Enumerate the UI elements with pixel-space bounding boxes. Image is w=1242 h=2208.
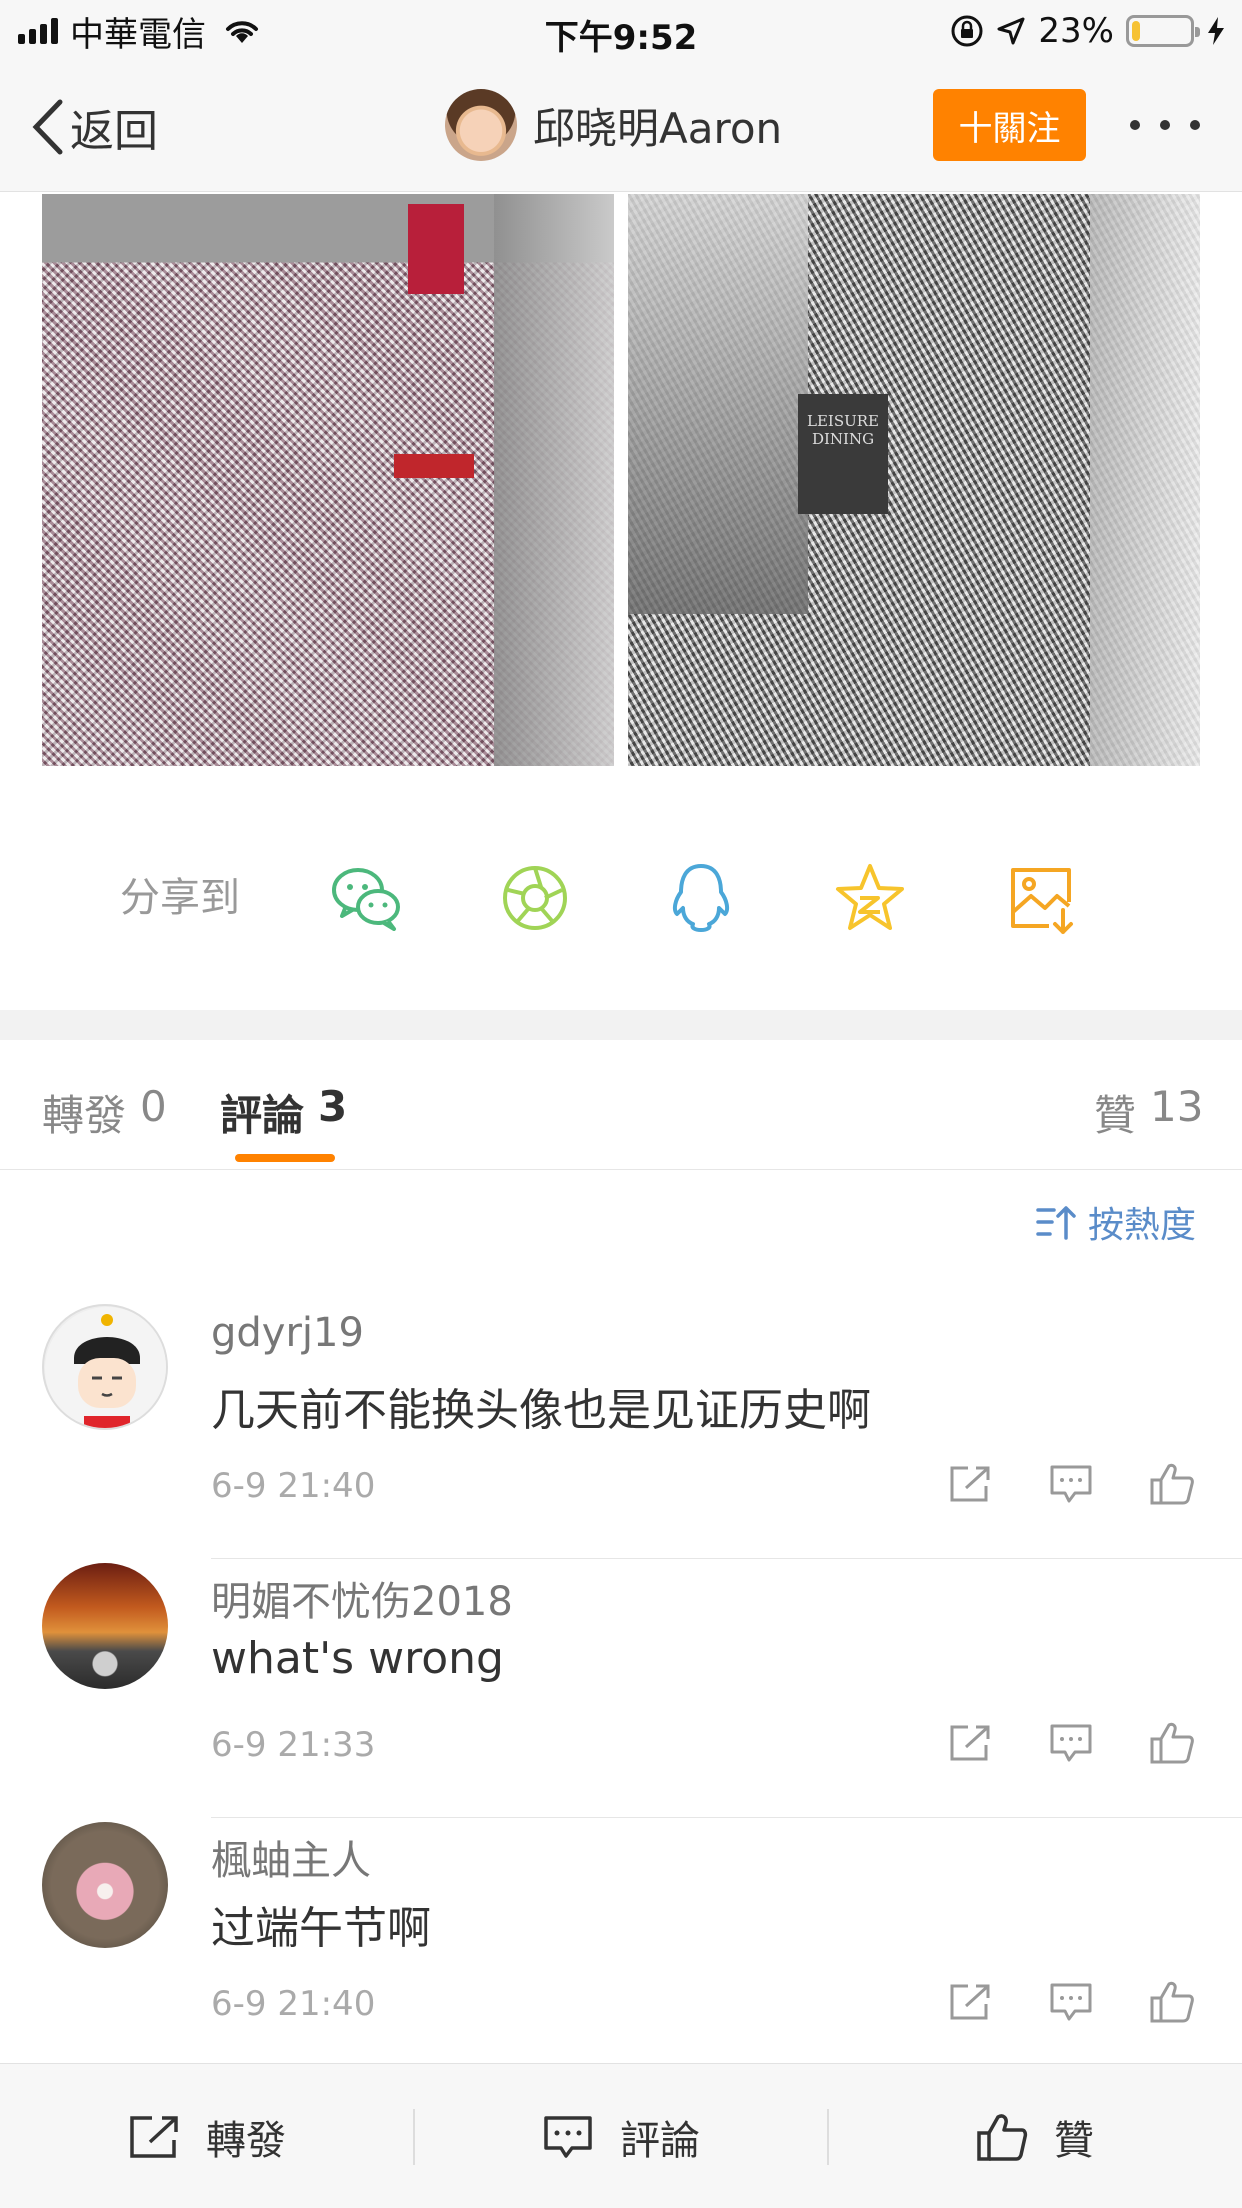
status-right: 23% [950,10,1226,52]
tab-label: 贊 [1094,1091,1137,1140]
share-icon [950,1466,990,1502]
back-button[interactable]: 返回 [30,92,158,162]
share-icon [130,2115,178,2158]
avatar[interactable] [42,1822,168,1948]
tab-likes[interactable]: 贊 13 [1094,1082,1203,1143]
back-label: 返回 [70,106,158,157]
sort-label: 按熱度 [1088,1205,1197,1246]
nav-bar: 返回 邱晓明Aaron 十關注 [0,62,1242,192]
photo-sign-text: LEISURE DINING [798,394,888,514]
qq-icon[interactable] [663,860,739,936]
repost-button[interactable]: 轉發 [0,2064,414,2208]
active-tab-indicator [235,1154,335,1162]
comment-divider [211,1558,1242,1559]
avatar[interactable] [42,1563,168,1689]
bottom-action-bar: 轉發 評論 贊 [0,2063,1242,2208]
share-row: 分享到 [0,830,1242,950]
share-label: 分享到 [120,875,240,921]
comment-time: 6-9 21:40 [211,1984,376,2024]
orientation-lock-icon [951,15,983,47]
battery-icon [1126,15,1200,47]
qzone-icon[interactable] [832,860,908,936]
repost-comment-button[interactable] [940,1713,1000,1773]
reply-comment-button[interactable] [1041,1713,1101,1773]
post-photo-1[interactable] [42,194,614,766]
battery-level [1132,21,1141,41]
chevron-left-icon [32,99,63,155]
tab-reposts[interactable]: 轉發 0 [42,1082,167,1143]
like-label: 贊 [1054,2117,1094,2164]
sort-icon [1036,1206,1076,1240]
reply-comment-button[interactable] [1041,1972,1101,2032]
like-comment-button[interactable] [1142,1713,1202,1773]
tab-comments[interactable]: 評論 3 [220,1082,347,1143]
more-options-button[interactable] [1130,107,1200,143]
comment-icon [1050,1465,1092,1503]
comment-label: 評論 [620,2117,700,2164]
comment-icon [1050,1983,1092,2021]
comment-item: gdyrj19 几天前不能换头像也是见证历史啊 6-9 21:40 [0,1304,1242,1564]
tab-count: 0 [140,1082,167,1131]
comment-text: what's wrong [211,1633,504,1684]
comment-item: 明媚不忧伤2018 what's wrong 6-9 21:33 [0,1563,1242,1823]
comment-icon [1050,1724,1092,1762]
moments-icon[interactable] [497,860,573,936]
nav-user[interactable]: 邱晓明Aaron [445,89,782,161]
section-divider [0,1010,1242,1040]
share-icon [950,1725,990,1761]
tab-count: 13 [1150,1082,1204,1131]
thumbs-up-icon [1150,1722,1194,1764]
like-button[interactable]: 贊 [828,2064,1242,2208]
tab-count: 3 [318,1082,348,1131]
save-image-icon[interactable] [1005,860,1081,936]
comment-username[interactable]: gdyrj19 [211,1310,364,1356]
repost-comment-button[interactable] [940,1454,1000,1514]
thumbs-up-icon [977,2113,1028,2161]
reply-comment-button[interactable] [1041,1454,1101,1514]
charging-icon [1208,17,1224,45]
location-icon [997,17,1025,45]
comment-divider [211,1817,1242,1818]
comment-text: 过端午节啊 [211,1903,431,1954]
comment-time: 6-9 21:33 [211,1725,376,1765]
cartoon-boy-avatar-icon [45,1307,166,1428]
page-title: 邱晓明Aaron [533,103,783,153]
repost-comment-button[interactable] [940,1972,1000,2032]
comment-username[interactable]: 明媚不忧伤2018 [211,1569,513,1627]
tab-bar: 轉發 0 評論 3 贊 13 [0,1040,1242,1170]
follow-button[interactable]: 十關注 [933,89,1086,161]
wechat-icon[interactable] [328,860,404,936]
repost-label: 轉發 [206,2117,286,2164]
sort-by-hot-button[interactable]: 按熱度 [1036,1198,1196,1246]
tab-label: 轉發 [42,1091,127,1140]
share-icon [950,1984,990,2020]
battery-percent: 23% [1038,11,1114,51]
post-photo-2[interactable]: LEISURE DINING [628,194,1200,766]
comment-icon [544,2115,592,2158]
avatar[interactable] [42,1304,168,1430]
like-comment-button[interactable] [1142,1454,1202,1514]
comment-text: 几天前不能换头像也是见证历史啊 [211,1385,871,1436]
tab-label: 評論 [220,1091,305,1140]
comment-item: 楓蚰主人 过端午节啊 6-9 21:40 [0,1822,1242,2082]
like-comment-button[interactable] [1142,1972,1202,2032]
avatar[interactable] [445,89,517,161]
comment-username[interactable]: 楓蚰主人 [211,1828,371,1886]
comment-time: 6-9 21:40 [211,1466,376,1506]
thumbs-up-icon [1150,1463,1194,1505]
thumbs-up-icon [1150,1981,1194,2023]
status-bar: 中華電信 下午9:52 23% [0,0,1242,62]
comment-button[interactable]: 評論 [414,2064,828,2208]
